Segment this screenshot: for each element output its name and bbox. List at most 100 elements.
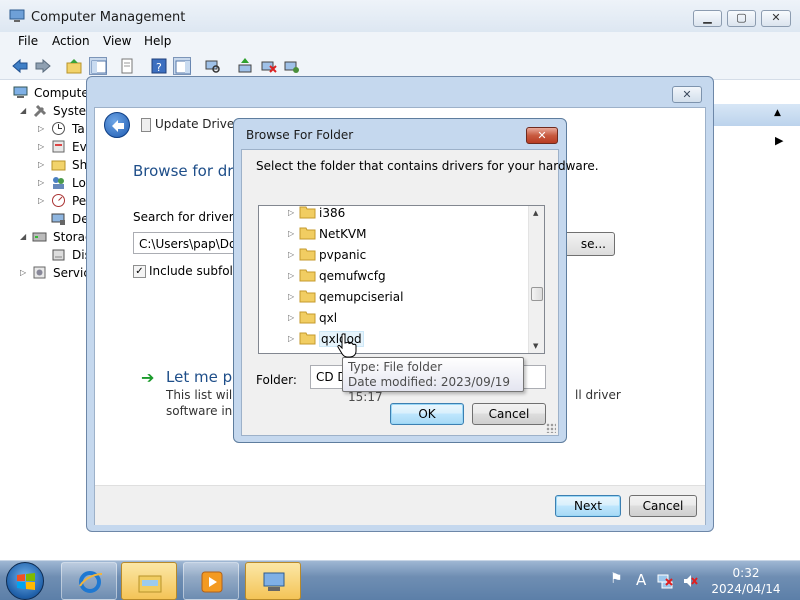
- shared-folder-icon: [51, 157, 66, 172]
- folder-tooltip: Type: File folder Date modified: 2023/09…: [342, 357, 524, 404]
- scroll-up-arrow-icon[interactable]: ▲: [533, 209, 538, 217]
- folder-item[interactable]: ▷ i386: [259, 206, 529, 224]
- tooltip-type: Type: File folder: [348, 360, 443, 374]
- resize-grip[interactable]: [546, 423, 556, 433]
- up-folder-icon[interactable]: [65, 57, 83, 75]
- folder-icon: [299, 206, 316, 219]
- expand-arrow-icon[interactable]: ▷: [288, 208, 294, 217]
- performance-icon: [51, 193, 66, 208]
- expand-arrow-icon[interactable]: ▷: [288, 250, 294, 259]
- system-clock[interactable]: 0:32 2024/04/14: [708, 565, 784, 597]
- uninstall-device-icon[interactable]: [260, 57, 278, 75]
- clock-icon: [51, 121, 66, 136]
- volume-muted-icon[interactable]: [682, 573, 698, 589]
- start-button[interactable]: [6, 562, 44, 600]
- dropdown-arrow-icon[interactable]: ▲: [774, 108, 781, 118]
- scan-hardware-icon[interactable]: [204, 57, 222, 75]
- expand-arrow-icon[interactable]: ▷: [38, 160, 44, 169]
- green-arrow-icon: ➔: [141, 368, 155, 387]
- expand-arrow-icon[interactable]: ▷: [288, 313, 294, 322]
- folder-item[interactable]: ▷ pvpanic: [259, 245, 529, 266]
- users-icon: [51, 175, 66, 190]
- tools-icon: [32, 103, 47, 118]
- folder-item[interactable]: ▷ qemufwcfg: [259, 266, 529, 287]
- browse-for-folder-title: Browse For Folder: [246, 128, 354, 142]
- navigation-tree: Computer ◢ System ▷ Ta ▷ Eve ▷ Sh ▷ Lo ▷…: [0, 82, 100, 562]
- expand-arrow-icon[interactable]: ▷: [38, 142, 44, 151]
- media-player-icon: [201, 571, 223, 593]
- browse-close-button[interactable]: ✕: [526, 127, 558, 144]
- storage-icon: [32, 229, 47, 244]
- close-button[interactable]: ✕: [761, 10, 791, 27]
- action-center-flag-icon[interactable]: ⚑: [610, 571, 623, 587]
- taskbar-computer-management[interactable]: [245, 562, 301, 600]
- browse-cancel-button[interactable]: Cancel: [472, 403, 546, 425]
- expand-arrow-icon[interactable]: ▷: [288, 229, 294, 238]
- collapse-triangle-icon[interactable]: ◢: [20, 106, 26, 115]
- tooltip-date-modified: Date modified: 2023/09/19 15:17: [348, 375, 511, 404]
- expand-arrow-icon[interactable]: ▷: [288, 334, 294, 343]
- next-button[interactable]: Next: [555, 495, 621, 517]
- computer-management-icon: [9, 9, 25, 22]
- expand-arrow-icon[interactable]: ▷: [288, 292, 294, 301]
- taskbar: ⚑ A 0:32 2024/04/14: [0, 560, 800, 600]
- folder-label: Folder:: [256, 373, 297, 387]
- scroll-down-arrow-icon[interactable]: ▼: [533, 342, 538, 350]
- back-arrow-icon: [112, 120, 124, 132]
- back-arrow-icon[interactable]: [11, 57, 29, 75]
- expand-arrow-icon[interactable]: ▷: [38, 178, 44, 187]
- update-driver-icon[interactable]: [236, 57, 254, 75]
- expand-arrow-icon[interactable]: ▷: [38, 124, 44, 133]
- update-driver-close-button[interactable]: ✕: [672, 86, 702, 103]
- browse-prompt: Select the folder that contains drivers …: [256, 159, 599, 173]
- scroll-thumb[interactable]: [531, 287, 543, 301]
- minimize-button[interactable]: ▁: [693, 10, 722, 27]
- help-icon[interactable]: ?: [150, 57, 168, 75]
- more-actions-arrow-icon[interactable]: ▶: [775, 134, 783, 147]
- menu-file[interactable]: File: [18, 34, 38, 48]
- folder-explorer-icon: [138, 575, 162, 593]
- menu-view[interactable]: View: [103, 34, 131, 48]
- computer-management-icon: [263, 572, 285, 591]
- clock-time: 0:32: [732, 566, 760, 580]
- show-hide-tree-icon[interactable]: [89, 57, 107, 75]
- maximize-button[interactable]: ▢: [727, 10, 756, 27]
- menu-help[interactable]: Help: [144, 34, 171, 48]
- taskbar-internet-explorer[interactable]: [61, 562, 117, 600]
- disk-icon: [51, 247, 66, 262]
- event-viewer-icon: [51, 139, 66, 154]
- action-pane-icon[interactable]: [173, 57, 191, 75]
- ok-button[interactable]: OK: [390, 403, 464, 425]
- folder-item[interactable]: ▷ qxl: [259, 308, 529, 329]
- expand-arrow-icon[interactable]: ▷: [20, 268, 26, 277]
- computer-icon: [13, 85, 28, 100]
- expand-arrow-icon[interactable]: ▷: [38, 196, 44, 205]
- taskbar-media-player[interactable]: [183, 562, 239, 600]
- folder-icon: [299, 290, 316, 303]
- services-icon: [32, 265, 47, 280]
- collapse-triangle-icon[interactable]: ◢: [20, 232, 26, 241]
- cancel-button[interactable]: Cancel: [629, 495, 697, 517]
- expand-arrow-icon[interactable]: ▷: [288, 271, 294, 280]
- ime-indicator[interactable]: A: [636, 571, 646, 589]
- folder-item[interactable]: ▷ qxldod: [259, 329, 529, 350]
- folder-item[interactable]: ▷ NetKVM: [259, 224, 529, 245]
- network-icon[interactable]: [657, 573, 674, 589]
- title-bar[interactable]: Computer Management ▁ ▢ ✕: [0, 0, 800, 32]
- taskbar-windows-explorer[interactable]: [121, 562, 177, 600]
- menu-bar: File Action View Help: [0, 32, 800, 52]
- device-icon: [141, 118, 151, 132]
- actions-pane-header[interactable]: ▲: [712, 104, 800, 126]
- folder-item[interactable]: ▷ qemupciserial: [259, 287, 529, 308]
- folder-tree: ▷ i386 ▷ NetKVM ▷ pvpanic ▷ qemufwcfg ▷: [258, 205, 545, 354]
- properties-icon[interactable]: [118, 57, 136, 75]
- folder-icon: [299, 332, 316, 345]
- folder-tree-scrollbar[interactable]: ▲ ▼: [528, 206, 544, 353]
- include-subfolders-checkbox[interactable]: ✓: [133, 265, 146, 278]
- enable-device-icon[interactable]: [283, 57, 301, 75]
- device-manager-icon: [51, 211, 66, 226]
- back-button[interactable]: [104, 112, 130, 138]
- clock-date: 2024/04/14: [711, 582, 781, 596]
- forward-arrow-icon[interactable]: [34, 57, 52, 75]
- menu-action[interactable]: Action: [52, 34, 90, 48]
